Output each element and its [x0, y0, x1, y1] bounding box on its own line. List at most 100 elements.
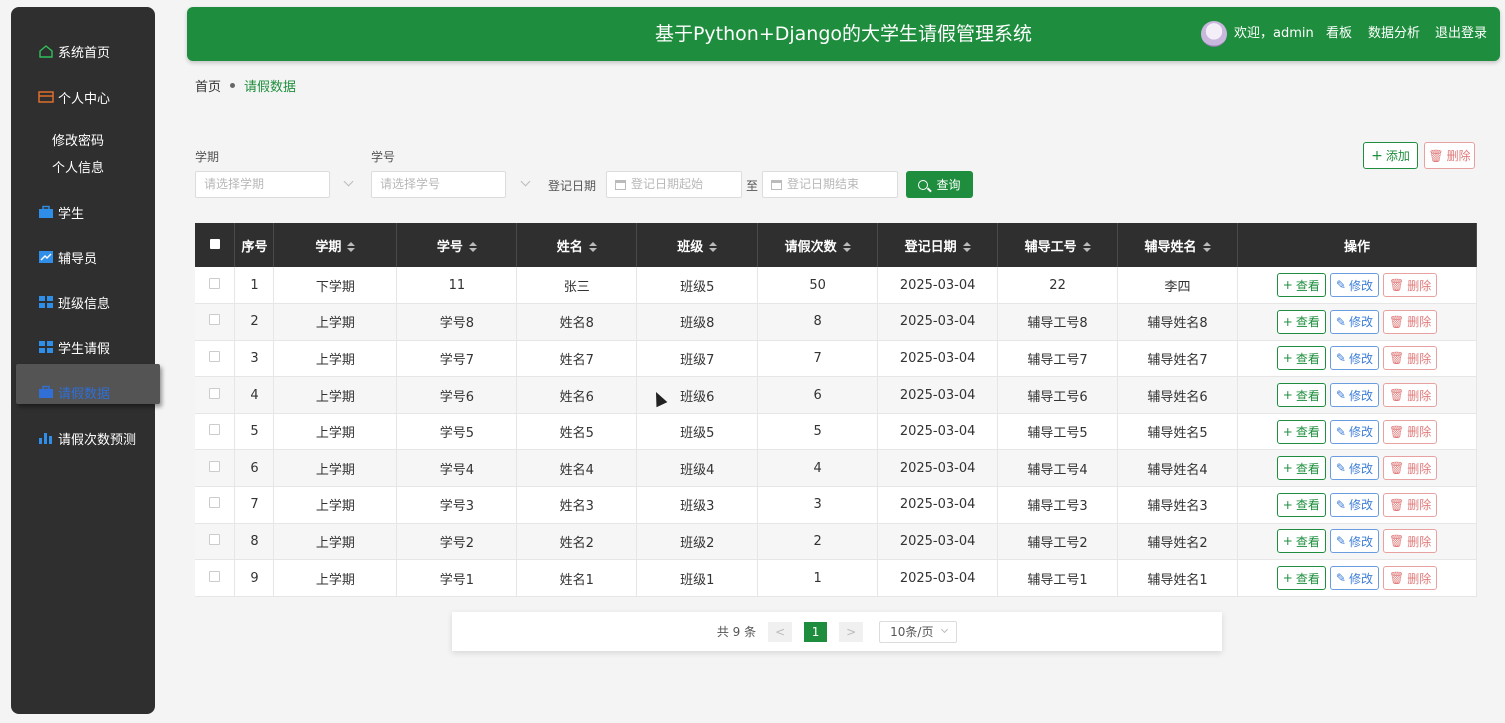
- breadcrumb-home[interactable]: 首页: [195, 76, 221, 95]
- delete-button[interactable]: 🗑︎ 删除: [1382, 456, 1438, 481]
- sidebar-subitem-personal-info[interactable]: 个人信息: [52, 157, 104, 176]
- cell-counselor-name: 辅导姓名1: [1117, 559, 1238, 597]
- sort-icon[interactable]: [709, 242, 718, 252]
- edit-button-label: 修改: [1348, 278, 1373, 293]
- view-button[interactable]: + 查看: [1276, 419, 1326, 444]
- column-header-student-id[interactable]: 学号: [396, 223, 518, 267]
- sidebar-item-personal-center[interactable]: 个人中心: [38, 85, 110, 109]
- column-header-counselor-id[interactable]: 辅导工号: [997, 223, 1119, 267]
- view-button[interactable]: + 查看: [1276, 529, 1326, 554]
- delete-button[interactable]: 🗑︎ 删除: [1382, 346, 1438, 371]
- column-header-name[interactable]: 姓名: [516, 223, 638, 267]
- view-button[interactable]: + 查看: [1276, 566, 1326, 591]
- view-button[interactable]: + 查看: [1276, 456, 1326, 481]
- checkbox[interactable]: [209, 570, 221, 582]
- column-header-class[interactable]: 班级: [636, 223, 759, 267]
- cell-index: 2: [234, 303, 275, 341]
- date-end-input[interactable]: 登记日期结束: [762, 171, 898, 198]
- date-start-input[interactable]: 登记日期起始: [606, 171, 742, 198]
- sort-icon[interactable]: [588, 242, 597, 252]
- row-checkbox[interactable]: [195, 559, 236, 597]
- column-header-leave-count[interactable]: 请假次数: [757, 223, 879, 267]
- row-checkbox[interactable]: [195, 376, 236, 414]
- delete-button[interactable]: 🗑︎ 删除: [1382, 566, 1438, 591]
- checkbox[interactable]: [209, 387, 221, 399]
- delete-button[interactable]: 🗑︎ 删除: [1382, 529, 1438, 554]
- row-checkbox[interactable]: [195, 267, 236, 305]
- checkbox[interactable]: [209, 350, 221, 362]
- dashboard-link[interactable]: 看板: [1326, 7, 1352, 61]
- row-checkbox[interactable]: [195, 303, 236, 341]
- edit-button[interactable]: ✎ 修改: [1329, 492, 1379, 517]
- data-analysis-link[interactable]: 数据分析: [1368, 7, 1420, 61]
- view-button[interactable]: + 查看: [1276, 346, 1326, 371]
- delete-button[interactable]: 🗑︎ 删除: [1382, 419, 1438, 444]
- edit-button[interactable]: ✎ 修改: [1329, 566, 1379, 591]
- row-checkbox[interactable]: [195, 449, 236, 488]
- sidebar-subitem-change-password[interactable]: 修改密码: [52, 130, 104, 149]
- trash-icon: 🗑︎: [1388, 571, 1405, 586]
- view-button-label: 查看: [1295, 461, 1320, 476]
- chevron-down-icon[interactable]: [520, 176, 531, 187]
- sort-icon[interactable]: [347, 242, 356, 252]
- prev-page-button[interactable]: <: [768, 621, 793, 642]
- delete-button[interactable]: 🗑︎ 删除: [1382, 492, 1438, 517]
- column-header-label: 班级: [677, 239, 704, 255]
- sidebar-item-leave-prediction[interactable]: 请假次数预测: [38, 426, 136, 450]
- sort-icon[interactable]: [1202, 242, 1211, 252]
- checkbox[interactable]: [209, 460, 221, 472]
- checkbox[interactable]: [209, 424, 221, 436]
- delete-button[interactable]: 🗑︎ 删除: [1382, 383, 1438, 408]
- sidebar-item-leave-data[interactable]: 请假数据: [38, 380, 110, 404]
- column-header-counselor-name[interactable]: 辅导姓名: [1117, 223, 1238, 267]
- term-select[interactable]: 请选择学期: [195, 171, 330, 198]
- sidebar-item-counselors[interactable]: 辅导员: [38, 245, 97, 269]
- sidebar-item-students[interactable]: 学生: [38, 200, 84, 224]
- batch-delete-button[interactable]: 🗑︎ 删除: [1424, 142, 1475, 169]
- student-id-select[interactable]: 请选择学号: [371, 171, 506, 198]
- column-header-term[interactable]: 学期: [273, 223, 398, 267]
- checkbox[interactable]: [209, 533, 221, 545]
- column-header-label: 辅导姓名: [1144, 239, 1197, 255]
- query-button[interactable]: 查询: [906, 171, 973, 198]
- row-checkbox[interactable]: [195, 523, 236, 561]
- sort-icon[interactable]: [1082, 242, 1091, 252]
- view-button[interactable]: + 查看: [1276, 383, 1326, 408]
- view-button[interactable]: + 查看: [1276, 309, 1326, 334]
- sidebar-item-student-leave[interactable]: 学生请假: [38, 335, 110, 359]
- view-button[interactable]: + 查看: [1276, 492, 1326, 517]
- row-checkbox[interactable]: [195, 486, 236, 524]
- row-checkbox[interactable]: [195, 413, 236, 451]
- delete-button[interactable]: 🗑︎ 删除: [1382, 309, 1438, 334]
- edit-button[interactable]: ✎ 修改: [1329, 456, 1379, 481]
- sort-icon[interactable]: [962, 242, 971, 252]
- checkbox[interactable]: [209, 277, 221, 289]
- edit-button[interactable]: ✎ 修改: [1329, 383, 1379, 408]
- page-size-select[interactable]: 10条/页: [879, 620, 958, 643]
- page-number-current[interactable]: 1: [804, 621, 828, 642]
- logout-link[interactable]: 退出登录: [1435, 7, 1487, 61]
- next-page-button[interactable]: >: [839, 621, 864, 642]
- column-header-register-date[interactable]: 登记日期: [877, 223, 999, 267]
- checkbox[interactable]: [209, 314, 221, 326]
- calendar-icon: [771, 180, 782, 190]
- edit-button[interactable]: ✎ 修改: [1329, 309, 1379, 334]
- edit-button[interactable]: ✎ 修改: [1329, 529, 1379, 554]
- edit-button[interactable]: ✎ 修改: [1329, 346, 1379, 371]
- row-checkbox[interactable]: [195, 340, 236, 378]
- sort-icon[interactable]: [842, 242, 851, 252]
- sort-icon[interactable]: [468, 242, 477, 252]
- select-all-checkbox[interactable]: [195, 223, 236, 267]
- add-button[interactable]: + 添加: [1363, 142, 1418, 169]
- sidebar-item-home[interactable]: 系统首页: [38, 39, 110, 63]
- sidebar-item-class-info[interactable]: 班级信息: [38, 290, 110, 314]
- edit-button[interactable]: ✎ 修改: [1329, 419, 1379, 444]
- trash-icon: 🗑︎: [1388, 497, 1405, 512]
- view-button[interactable]: + 查看: [1276, 273, 1326, 298]
- cell-actions: + 查看 ✎ 修改 🗑︎ 删除: [1237, 340, 1477, 378]
- edit-button[interactable]: ✎ 修改: [1329, 273, 1379, 298]
- avatar[interactable]: [1201, 21, 1227, 47]
- checkbox[interactable]: [209, 497, 221, 509]
- delete-button[interactable]: 🗑︎ 删除: [1382, 273, 1438, 298]
- chevron-down-icon[interactable]: [343, 176, 354, 187]
